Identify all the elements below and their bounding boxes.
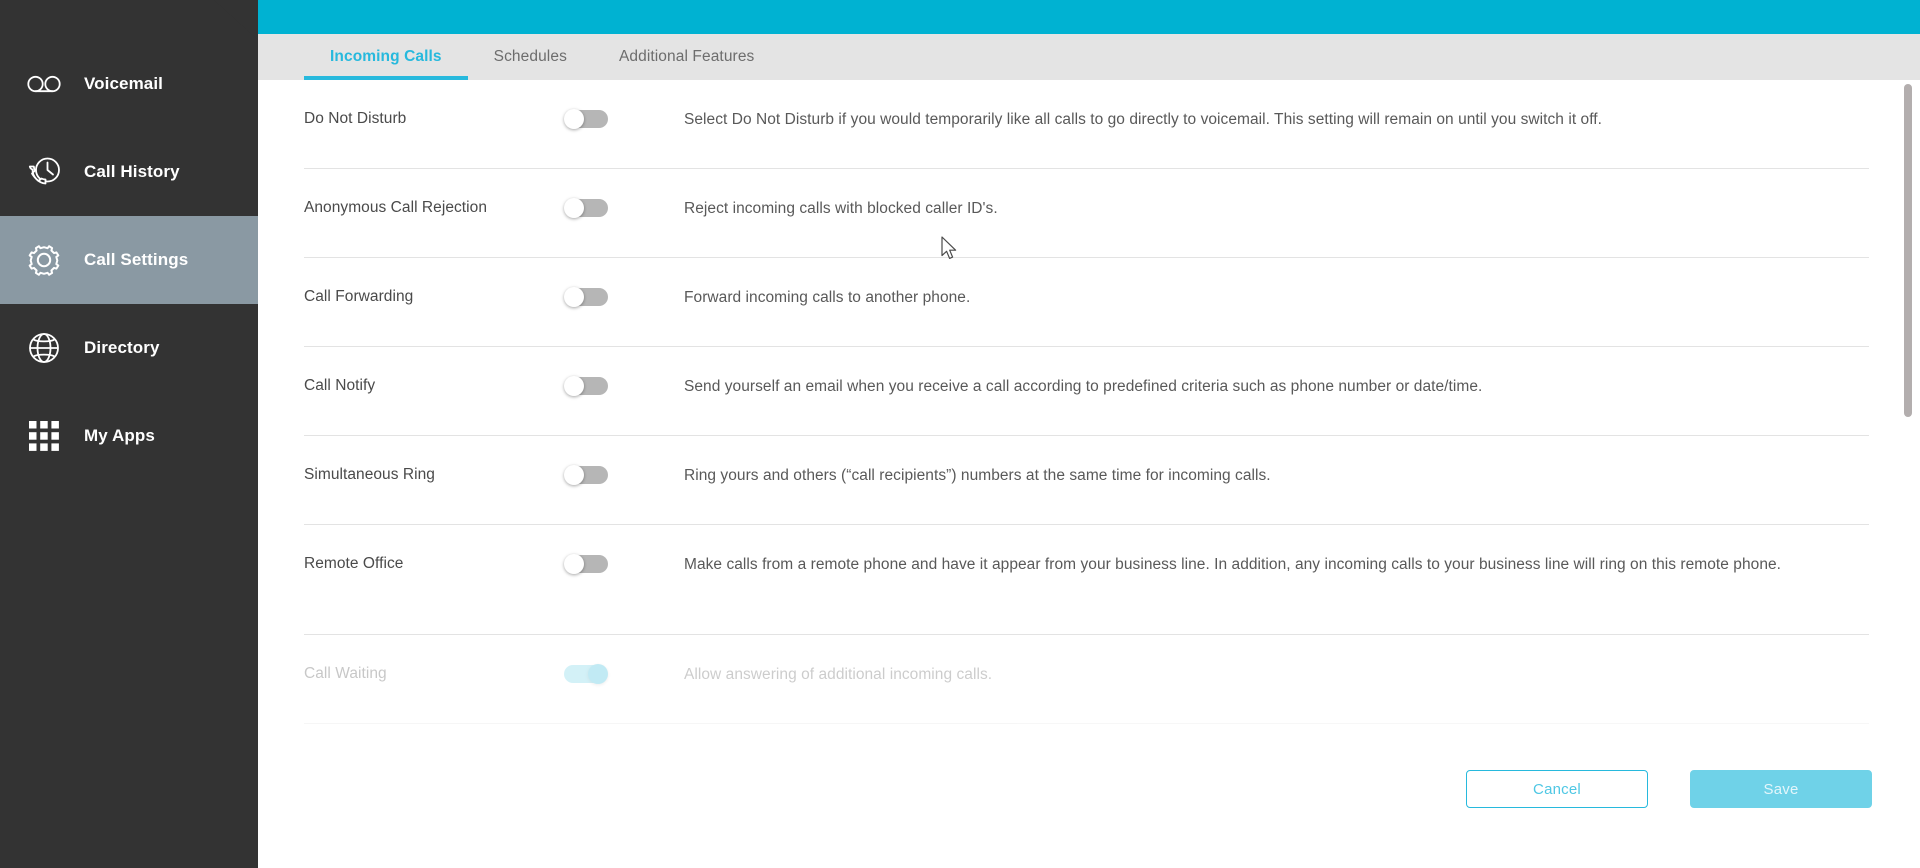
sidebar-item-call-settings[interactable]: Call Settings	[0, 216, 258, 304]
setting-description: Select Do Not Disturb if you would tempo…	[684, 111, 1603, 128]
settings-scroll-area: Do Not Disturb Select Do Not Disturb if …	[258, 80, 1920, 733]
setting-label: Call Waiting	[304, 665, 387, 682]
toggle-knob	[564, 554, 584, 574]
main-content: Do Not Disturb Select Do Not Disturb if …	[258, 80, 1920, 868]
toggle-knob	[564, 376, 584, 396]
sidebar-item-label: My Apps	[84, 426, 155, 445]
cancel-button[interactable]: Cancel	[1466, 770, 1648, 808]
anonymous-call-rejection-toggle[interactable]	[564, 198, 608, 218]
setting-toggle-cell	[564, 663, 684, 684]
setting-description: Forward incoming calls to another phone.	[684, 289, 971, 306]
tab-additional-features[interactable]: Additional Features	[593, 34, 780, 80]
sidebar-item-label: Call Settings	[84, 250, 189, 269]
setting-label: Anonymous Call Rejection	[304, 199, 487, 216]
setting-toggle-cell	[564, 197, 684, 218]
setting-label: Call Forwarding	[304, 288, 414, 305]
sidebar-item-my-apps[interactable]: My Apps	[0, 392, 258, 480]
setting-toggle-cell	[564, 464, 684, 485]
toggle-knob	[564, 109, 584, 129]
sidebar-item-label: Voicemail	[84, 74, 164, 93]
tab-schedules[interactable]: Schedules	[468, 34, 593, 80]
setting-description: Allow answering of additional incoming c…	[684, 666, 993, 683]
tab-bar: Incoming Calls Schedules Additional Feat…	[258, 34, 1920, 80]
table-row: Simultaneous Ring Ring yours and others …	[304, 436, 1869, 525]
sidebar-item-call-history[interactable]: Call History	[0, 128, 258, 216]
vertical-scrollbar[interactable]	[1904, 80, 1912, 733]
tab-label: Additional Features	[618, 48, 755, 65]
sidebar-corner-notch	[214, 0, 258, 40]
setting-description: Make calls from a remote phone and have …	[684, 556, 1782, 573]
sidebar-nav-list: Voicemail Call History Call Settings Dir…	[0, 40, 258, 480]
globe-icon	[18, 326, 70, 370]
setting-label: Do Not Disturb	[304, 110, 407, 127]
setting-label: Simultaneous Ring	[304, 466, 435, 483]
remote-office-toggle[interactable]	[564, 554, 608, 574]
tab-label: Incoming Calls	[330, 48, 442, 65]
save-button-label: Save	[1763, 780, 1799, 798]
setting-label: Call Notify	[304, 377, 376, 394]
setting-toggle-cell	[564, 553, 684, 574]
toggle-knob	[588, 664, 608, 684]
setting-description: Ring yours and others (“call recipients”…	[684, 467, 1271, 484]
table-row: Remote Office Make calls from a remote p…	[304, 525, 1869, 635]
call-history-icon	[18, 150, 70, 194]
toggle-knob	[564, 465, 584, 485]
table-row: Anonymous Call Rejection Reject incoming…	[304, 169, 1869, 258]
toggle-knob	[564, 198, 584, 218]
setting-toggle-cell	[564, 375, 684, 396]
setting-toggle-cell	[564, 108, 684, 129]
form-actions: Cancel Save	[258, 733, 1920, 868]
call-waiting-toggle[interactable]	[564, 664, 608, 684]
top-accent-bar	[0, 0, 1920, 34]
sidebar-top-fill	[0, 0, 216, 8]
setting-label: Remote Office	[304, 555, 404, 572]
table-row: Call Waiting Allow answering of addition…	[304, 635, 1869, 724]
setting-description: Send yourself an email when you receive …	[684, 378, 1483, 395]
tab-label: Schedules	[493, 48, 567, 65]
grid-apps-icon	[18, 414, 70, 458]
settings-row-list: Do Not Disturb Select Do Not Disturb if …	[304, 80, 1869, 724]
table-row: Call Forwarding Forward incoming calls t…	[304, 258, 1869, 347]
sidebar-item-directory[interactable]: Directory	[0, 304, 258, 392]
sidebar-item-label: Call History	[84, 162, 180, 181]
sidebar: Voicemail Call History Call Settings Dir…	[0, 0, 258, 868]
simultaneous-ring-toggle[interactable]	[564, 465, 608, 485]
sidebar-item-voicemail[interactable]: Voicemail	[0, 40, 258, 128]
save-button[interactable]: Save	[1690, 770, 1872, 808]
voicemail-icon	[18, 62, 70, 106]
tab-list: Incoming Calls Schedules Additional Feat…	[304, 34, 780, 80]
scrollbar-thumb[interactable]	[1904, 84, 1912, 417]
call-forwarding-toggle[interactable]	[564, 287, 608, 307]
do-not-disturb-toggle[interactable]	[564, 109, 608, 129]
setting-description: Reject incoming calls with blocked calle…	[684, 200, 998, 217]
setting-toggle-cell	[564, 286, 684, 307]
toggle-knob	[564, 287, 584, 307]
tab-incoming-calls[interactable]: Incoming Calls	[304, 34, 468, 80]
call-notify-toggle[interactable]	[564, 376, 608, 396]
sidebar-item-label: Directory	[84, 338, 160, 357]
gear-icon	[18, 238, 70, 282]
cancel-button-label: Cancel	[1533, 780, 1581, 798]
app-window: Voicemail Call History Call Settings Dir…	[0, 0, 1920, 868]
table-row: Do Not Disturb Select Do Not Disturb if …	[304, 80, 1869, 169]
table-row: Call Notify Send yourself an email when …	[304, 347, 1869, 436]
